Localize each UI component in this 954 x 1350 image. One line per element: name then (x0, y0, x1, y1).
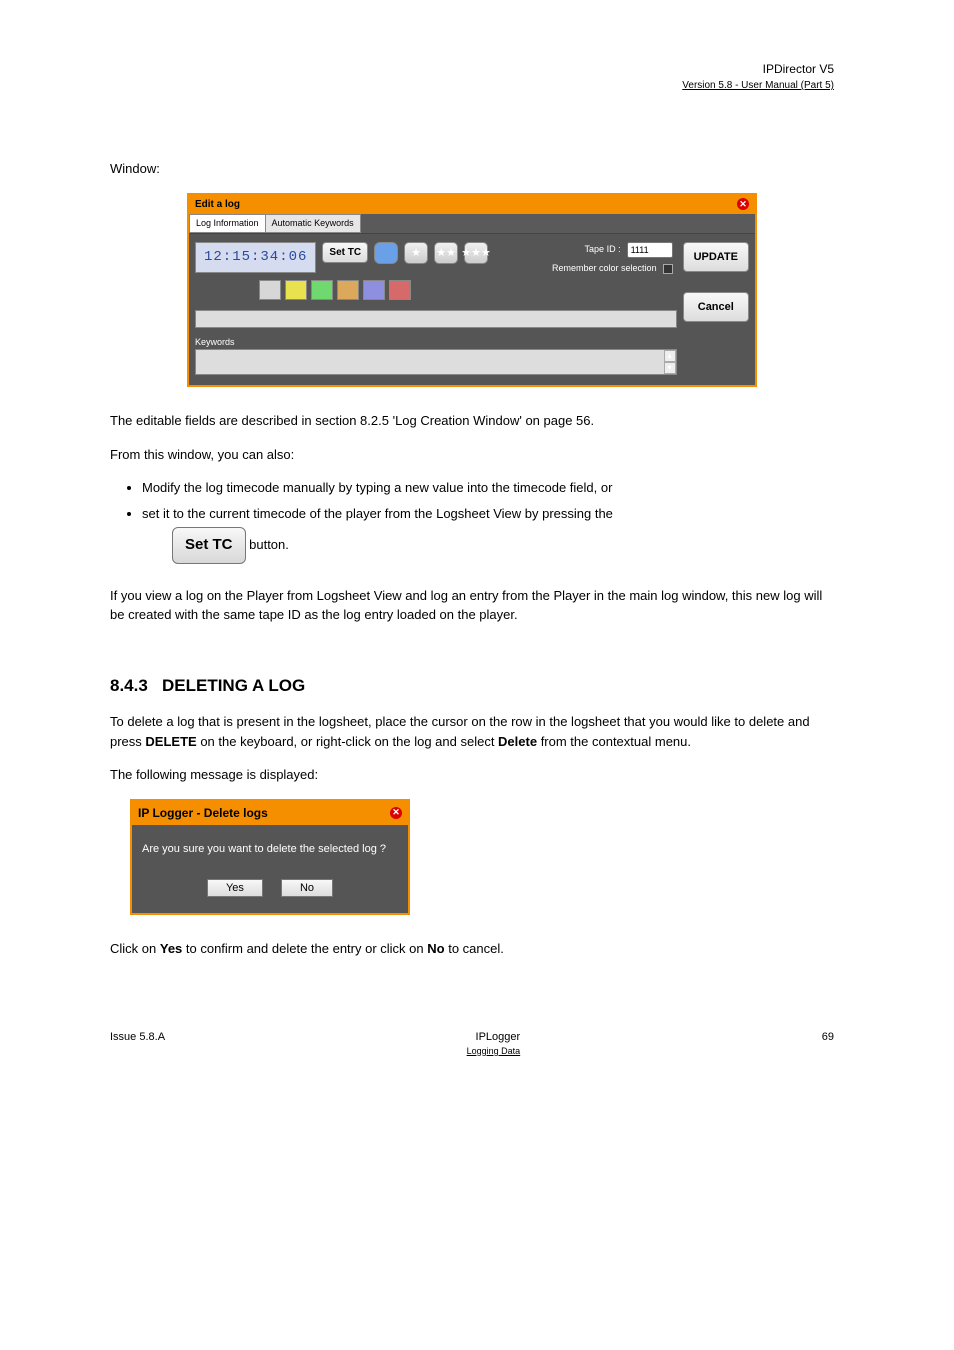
text: Click on (110, 941, 160, 956)
set-tc-button[interactable]: Set TC (322, 242, 368, 263)
color-swatch-row (259, 280, 677, 300)
tape-id-input[interactable] (627, 242, 673, 258)
swatch-yellow[interactable] (285, 280, 307, 300)
para-view-log: If you view a log on the Player from Log… (110, 586, 834, 625)
para-following-message: The following message is displayed: (110, 765, 834, 785)
update-button[interactable]: UPDATE (683, 242, 749, 272)
button-name: No (427, 941, 444, 956)
timecode-field[interactable]: 12:15:34:06 (195, 242, 316, 273)
star-two-icon[interactable]: ★★ (434, 242, 458, 264)
footer-subsection: Logging Data (467, 1045, 521, 1059)
tab-automatic-keywords[interactable]: Automatic Keywords (265, 214, 361, 234)
text: button. (246, 537, 289, 552)
window-title: Edit a log (195, 197, 240, 212)
text: from the contextual menu. (537, 734, 691, 749)
log-name-input[interactable] (195, 310, 677, 328)
para-from-window: From this window, you can also: (110, 445, 834, 465)
list-item: Modify the log timecode manually by typi… (142, 478, 834, 498)
window-title-bar: Edit a log ✕ (189, 195, 755, 214)
keywords-label: Keywords (195, 336, 677, 350)
close-icon[interactable]: ✕ (737, 198, 749, 210)
para-editable-fields: The editable fields are described in sec… (110, 411, 834, 431)
page-footer: Issue 5.8.A IPLogger Logging Data 69 (110, 1029, 834, 1059)
footer-issue: Issue 5.8.A (110, 1029, 165, 1059)
intro-text: Window: (110, 159, 834, 179)
delete-dialog: IP Logger - Delete logs ✕ Are you sure y… (130, 799, 410, 916)
text: to cancel. (445, 941, 504, 956)
page-ref: 56 (576, 413, 590, 428)
cancel-button[interactable]: Cancel (683, 292, 749, 322)
dialog-title-bar: IP Logger - Delete logs ✕ (132, 801, 408, 825)
scroll-down-icon[interactable]: ▾ (664, 362, 676, 374)
yes-button[interactable]: Yes (207, 879, 263, 897)
heading-title: DELETING A LOG (162, 676, 305, 695)
remember-color-checkbox[interactable] (663, 264, 673, 274)
page-header: IPDirector V5 Version 5.8 - User Manual … (110, 60, 834, 93)
bullet-list: Modify the log timecode manually by typi… (142, 478, 834, 572)
key-name: DELETE (145, 734, 196, 749)
tabs-row: Log Information Automatic Keywords (189, 214, 755, 235)
star-three-icon[interactable]: ★★★ (464, 242, 488, 264)
footer-section: IPLogger (467, 1029, 521, 1046)
text: 'Log Creation Window' on page (389, 413, 576, 428)
text: on the keyboard, or right-click on the l… (197, 734, 498, 749)
menu-item-name: Delete (498, 734, 537, 749)
list-item: set it to the current timecode of the pl… (142, 504, 834, 572)
dialog-title: IP Logger - Delete logs (138, 804, 268, 822)
remember-color-label: Remember color selection (552, 262, 657, 276)
tape-id-label: Tape ID : (585, 243, 621, 257)
tab-log-information[interactable]: Log Information (189, 214, 266, 234)
edit-log-window: Edit a log ✕ Log Information Automatic K… (187, 193, 757, 388)
button-name: Yes (160, 941, 182, 956)
product-name: IPDirector V5 (110, 60, 834, 78)
close-icon[interactable]: ✕ (390, 807, 402, 819)
dialog-message: Are you sure you want to delete the sele… (142, 841, 398, 858)
swatch-orange[interactable] (337, 280, 359, 300)
page-number: 69 (822, 1029, 834, 1059)
text: set it to the current timecode of the pl… (142, 506, 613, 521)
doc-version: Version 5.8 - User Manual (Part 5) (110, 78, 834, 93)
no-button[interactable]: No (281, 879, 333, 897)
text: to confirm and delete the entry or click… (182, 941, 427, 956)
color-blue-icon[interactable] (374, 242, 398, 264)
swatch-purple[interactable] (363, 280, 385, 300)
swatch-green[interactable] (311, 280, 333, 300)
text: The editable fields are described in sec… (110, 413, 360, 428)
para-confirm: Click on Yes to confirm and delete the e… (110, 939, 834, 959)
text: . (591, 413, 595, 428)
set-tc-button-image: Set TC (172, 527, 246, 564)
para-delete-instructions: To delete a log that is present in the l… (110, 712, 834, 751)
section-heading: 8.4.3 DELETING A LOG (110, 673, 834, 699)
swatch-grey[interactable] (259, 280, 281, 300)
star-one-icon[interactable]: ★ (404, 242, 428, 264)
section-ref: 8.2.5 (360, 413, 389, 428)
scroll-up-icon[interactable]: ▴ (664, 350, 676, 362)
heading-number: 8.4.3 (110, 676, 148, 695)
keywords-textarea[interactable]: ▴ ▾ (195, 349, 677, 375)
swatch-red[interactable] (389, 280, 411, 300)
